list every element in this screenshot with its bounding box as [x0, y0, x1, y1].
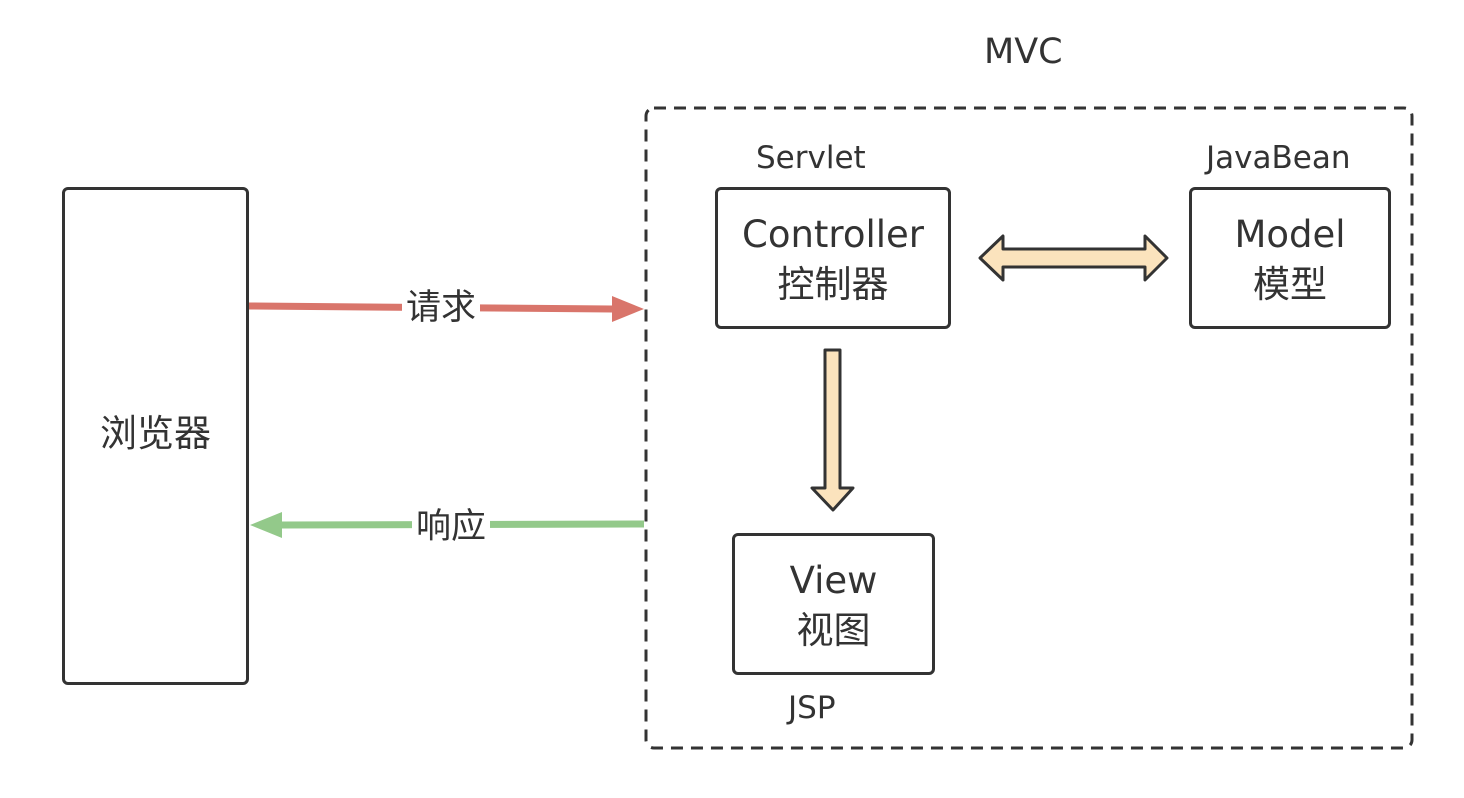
view-name: View [789, 559, 878, 602]
controller-node: Controller 控制器 [715, 187, 951, 329]
mvc-title: MVC [984, 32, 1063, 72]
controller-tech-label: Servlet [756, 140, 866, 176]
request-label: 请求 [402, 286, 481, 330]
view-node: View 视图 [732, 533, 935, 675]
model-name: Model [1234, 213, 1346, 256]
model-node: Model 模型 [1189, 187, 1391, 329]
view-tech-label: JSP [788, 690, 836, 726]
controller-model-arrow [978, 234, 1169, 282]
response-label: 响应 [412, 505, 491, 549]
view-name-cn: 视图 [796, 609, 871, 652]
browser-node: 浏览器 [62, 187, 249, 685]
controller-name: Controller [741, 213, 924, 256]
controller-view-arrow [810, 348, 855, 512]
model-tech-label: JavaBean [1206, 140, 1351, 176]
controller-name-cn: 控制器 [777, 263, 889, 306]
browser-label: 浏览器 [100, 412, 211, 455]
model-name-cn: 模型 [1253, 263, 1327, 306]
